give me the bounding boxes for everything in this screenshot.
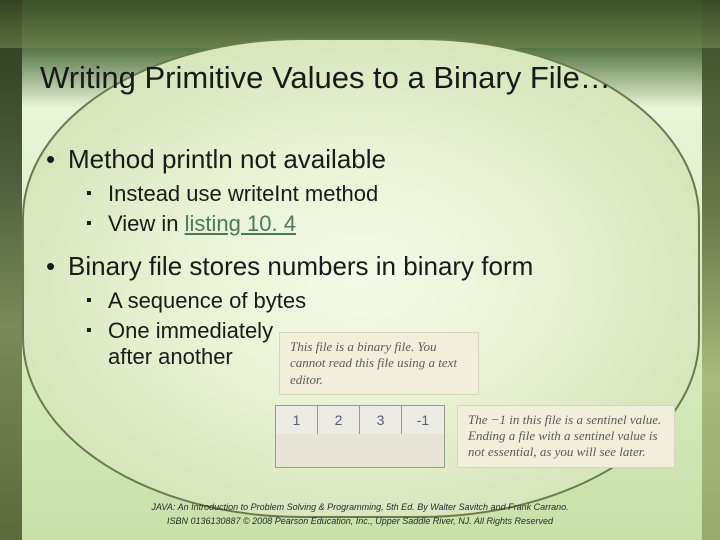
note-binary-file: This file is a binary file. You cannot r… [279, 332, 479, 395]
text: One immediately after another [108, 318, 278, 370]
bullet-level2: Instead use writeInt method [40, 181, 690, 207]
bullet-level1: Method println not available [40, 144, 690, 175]
byte-cell: -1 [402, 406, 444, 434]
slide-title: Writing Primitive Values to a Binary Fil… [40, 60, 700, 96]
byte-cell: 1 [276, 406, 318, 434]
footer-line2: ISBN 0136130887 © 2008 Pearson Education… [0, 515, 720, 529]
bullet-level2: View in listing 10. 4 [40, 211, 690, 237]
bullet-level1: Binary file stores numbers in binary for… [40, 251, 690, 282]
background-left-strip [0, 0, 22, 540]
footer-line1: JAVA: An Introduction to Problem Solving… [0, 501, 720, 515]
bullet-level2: A sequence of bytes [40, 288, 690, 314]
footer: JAVA: An Introduction to Problem Solving… [0, 501, 720, 528]
note-sentinel: The −1 in this file is a sentinel value.… [457, 405, 675, 468]
background-right-strip [702, 0, 720, 540]
byte-table: 1 2 3 -1 [275, 405, 445, 468]
graphic-area: This file is a binary file. You cannot r… [275, 332, 695, 468]
text: View in [108, 211, 185, 236]
byte-cell: 2 [318, 406, 360, 434]
byte-cell: 3 [360, 406, 402, 434]
listing-link[interactable]: listing 10. 4 [185, 211, 296, 236]
